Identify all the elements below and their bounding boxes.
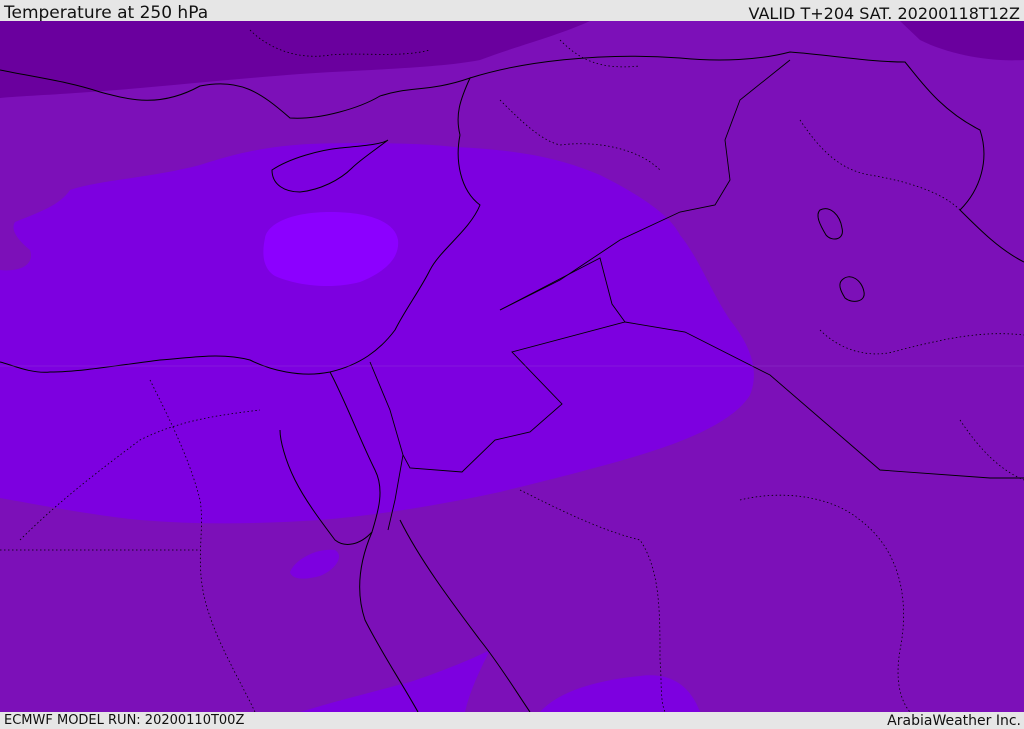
- model-run-label: ECMWF MODEL RUN: 20200110T00Z: [4, 713, 245, 728]
- temperature-map[interactable]: [0, 21, 1024, 712]
- credit-label: ArabiaWeather Inc.: [887, 713, 1021, 729]
- map-title: Temperature at 250 hPa: [4, 3, 209, 23]
- header-bar: Temperature at 250 hPa VALID T+204 SAT. …: [0, 0, 1024, 23]
